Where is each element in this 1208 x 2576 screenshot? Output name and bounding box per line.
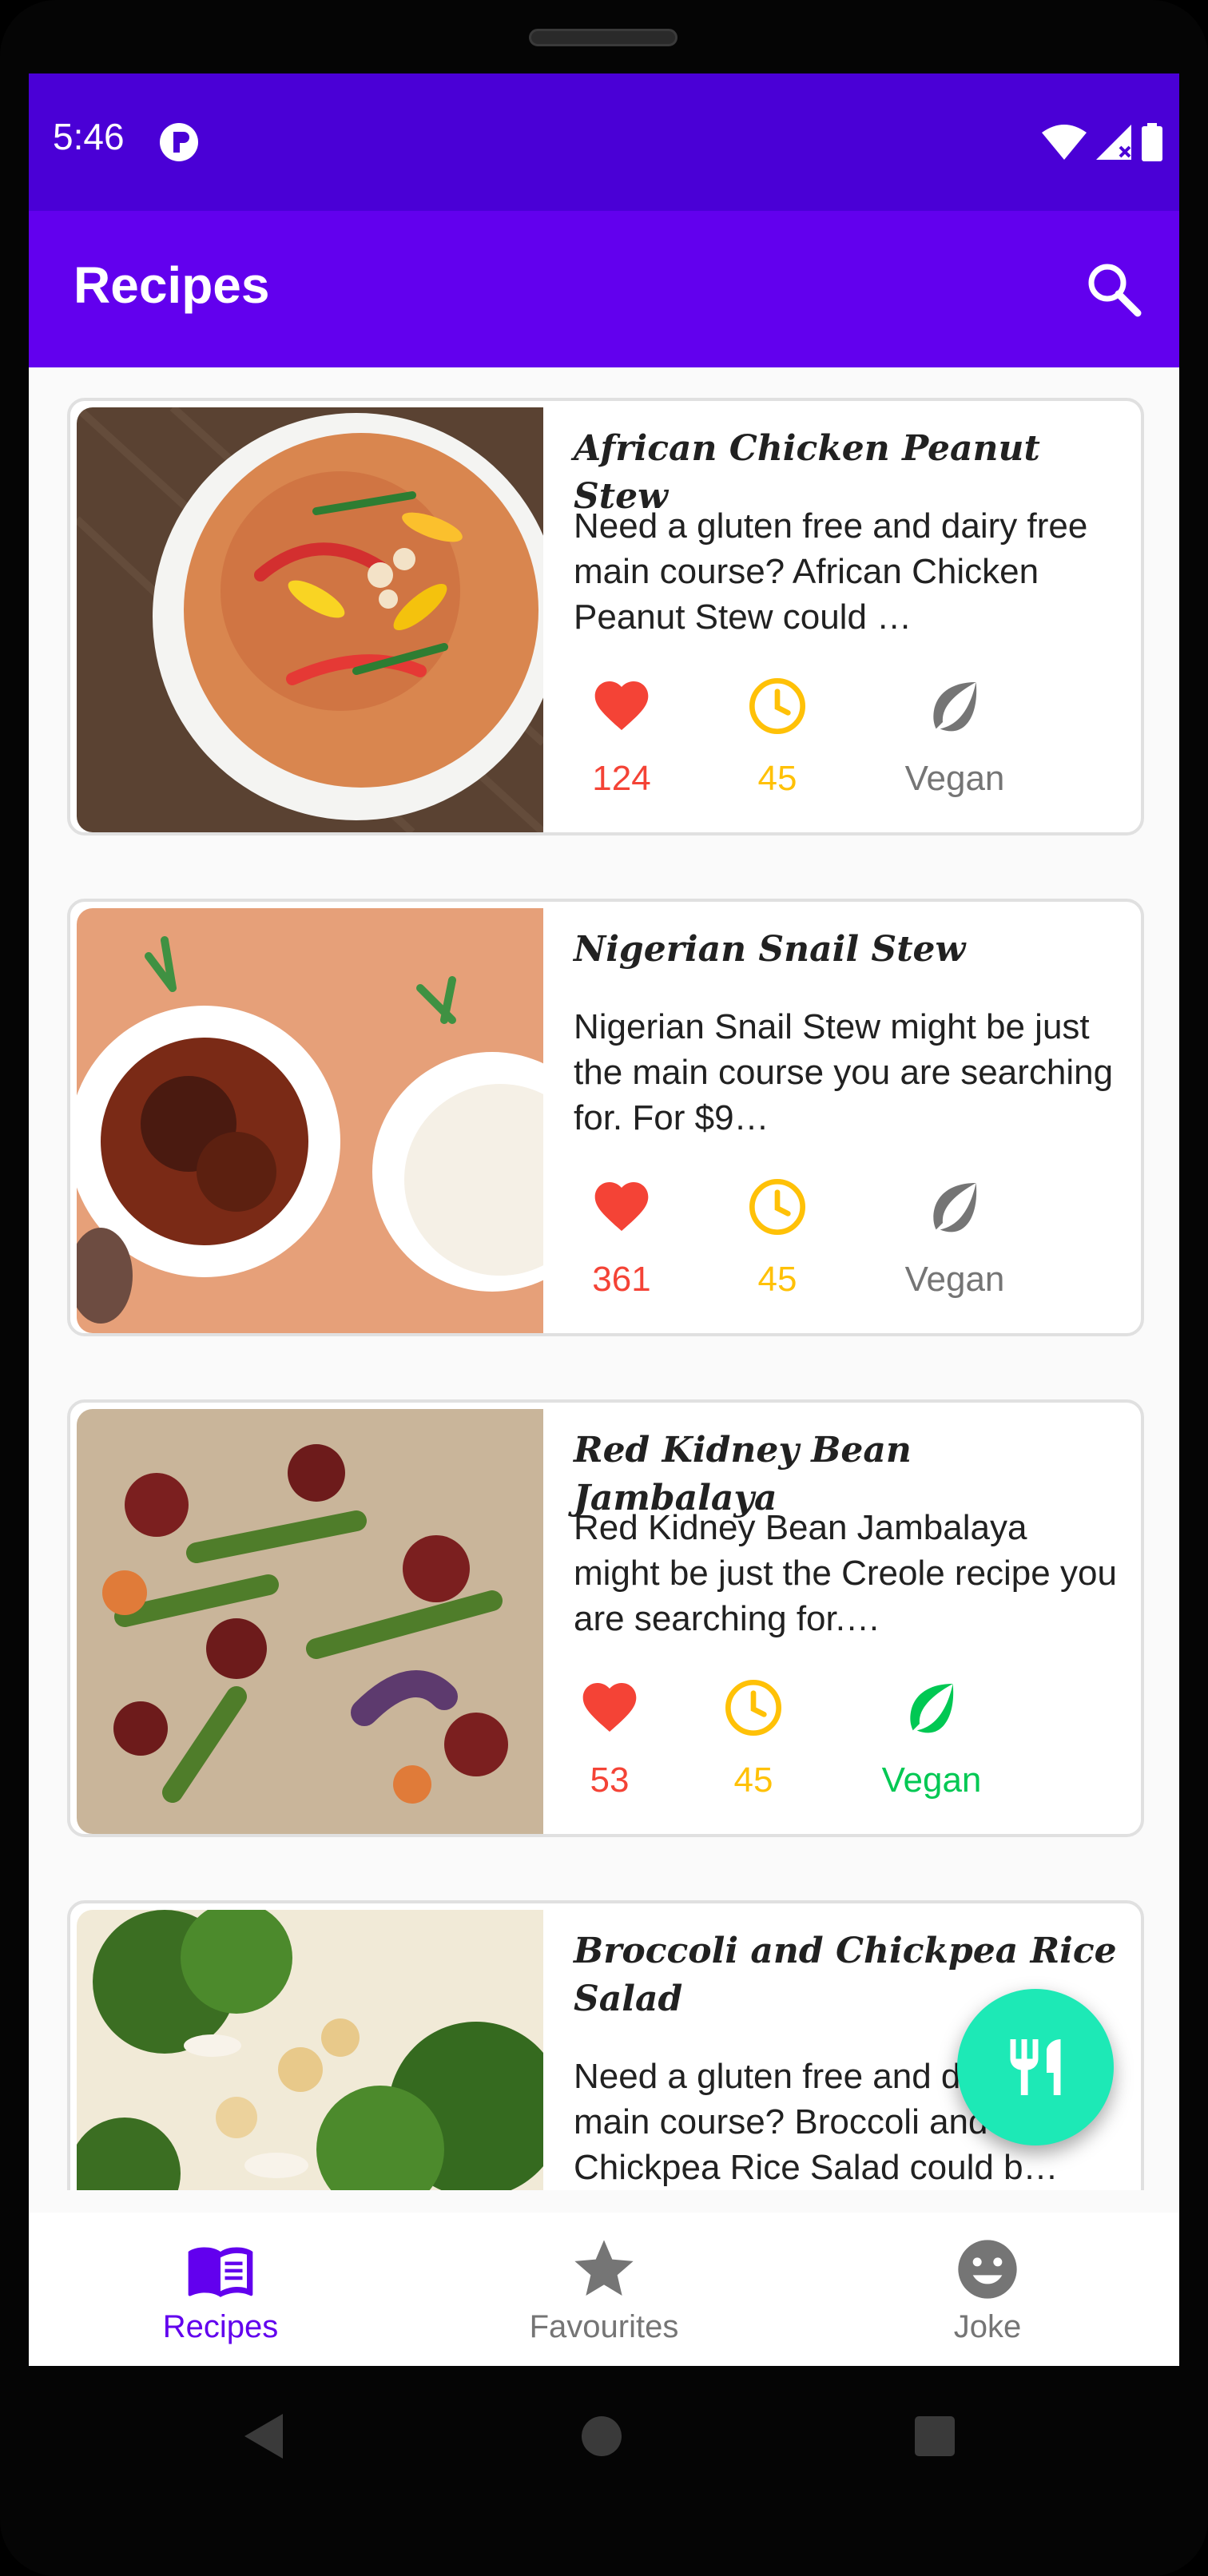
minutes-count: 45 [757,1260,797,1299]
nav-label-joke: Joke [953,2308,1022,2344]
nav-item-joke[interactable]: Joke [796,2213,1179,2366]
leaf-icon [933,682,977,732]
system-navigation-bar [0,2366,1208,2510]
recipe-card[interactable]: Red Kidney Bean Jambalaya Red Kidney Bea… [67,1399,1144,1837]
leaf-icon [933,1183,977,1232]
battery-icon [1142,123,1162,161]
minutes-count: 45 [733,1760,773,1800]
star-icon [574,2239,634,2296]
leaf-icon [910,1684,954,1733]
clock-icon [725,1680,781,1736]
nav-label-favourites: Favourites [529,2308,679,2344]
nav-label-recipes: Recipes [162,2308,279,2344]
earpiece-speaker [529,29,678,46]
smiley-icon [958,2239,1017,2299]
vegan-label: Vegan [904,759,1005,798]
vegan-label: Vegan [881,1760,982,1800]
time-stat: 45 [685,1676,821,1800]
back-icon[interactable] [240,2411,288,2462]
heart-icon [594,681,649,730]
menu-book-icon [188,2247,253,2297]
status-time: 5:46 [53,116,125,157]
likes-count: 53 [590,1760,630,1800]
app-bar: Recipes [29,211,1179,367]
clock-icon [749,1179,805,1235]
recipe-image [77,407,543,832]
page-title: Recipes [74,256,270,314]
wifi-icon [1042,125,1087,160]
recipe-card[interactable]: Nigerian Snail Stew Nigerian Snail Stew … [67,899,1144,1336]
vegan-label: Vegan [904,1260,1005,1299]
likes-count: 124 [592,759,651,798]
vegan-stat: Vegan [864,1676,999,1800]
phone-frame: 5:46 Recipes African Chicken Peanut Stew… [0,0,1208,2576]
status-bar: 5:46 [29,73,1179,211]
recipe-description: Need a gluten free and dairy free main c… [574,506,1088,637]
vegan-stat: Vegan [887,674,1023,799]
restaurant-icon [1010,2039,1061,2095]
recipe-description: Nigerian Snail Stew might be just the ma… [574,1007,1114,1137]
clock-icon [749,678,805,734]
recipe-card[interactable]: African Chicken Peanut Stew Need a glute… [67,398,1144,836]
vegan-stat: Vegan [887,1175,1023,1300]
recipe-description: Red Kidney Bean Jambalaya might be just … [574,1508,1117,1638]
bottom-navigation: Recipes Favourites Joke [29,2213,1179,2366]
app-screen: 5:46 Recipes African Chicken Peanut Stew… [29,73,1179,2366]
likes-count: 361 [592,1260,651,1299]
recipe-list[interactable]: African Chicken Peanut Stew Need a glute… [29,367,1179,2190]
app-notification-icon [160,123,198,161]
likes-stat: 53 [542,1676,678,1800]
recents-icon[interactable] [914,2415,956,2457]
nav-item-recipes[interactable]: Recipes [29,2213,412,2366]
time-stat: 45 [709,1175,845,1300]
minutes-count: 45 [757,759,797,798]
recipe-image [77,908,543,1333]
restaurant-fab-button[interactable] [957,1989,1114,2145]
time-stat: 45 [709,674,845,799]
likes-stat: 124 [554,674,689,799]
status-indicators [1042,121,1163,163]
heart-icon [594,1182,649,1231]
recipe-image [77,1910,543,2190]
heart-icon [582,1683,637,1732]
likes-stat: 361 [554,1175,689,1300]
search-icon[interactable] [1080,256,1147,323]
signal-icon [1096,125,1131,160]
home-icon[interactable] [581,2415,622,2457]
recipe-image [77,1409,543,1834]
nav-item-favourites[interactable]: Favourites [412,2213,796,2366]
recipe-title: Nigerian Snail Stew [574,929,966,970]
